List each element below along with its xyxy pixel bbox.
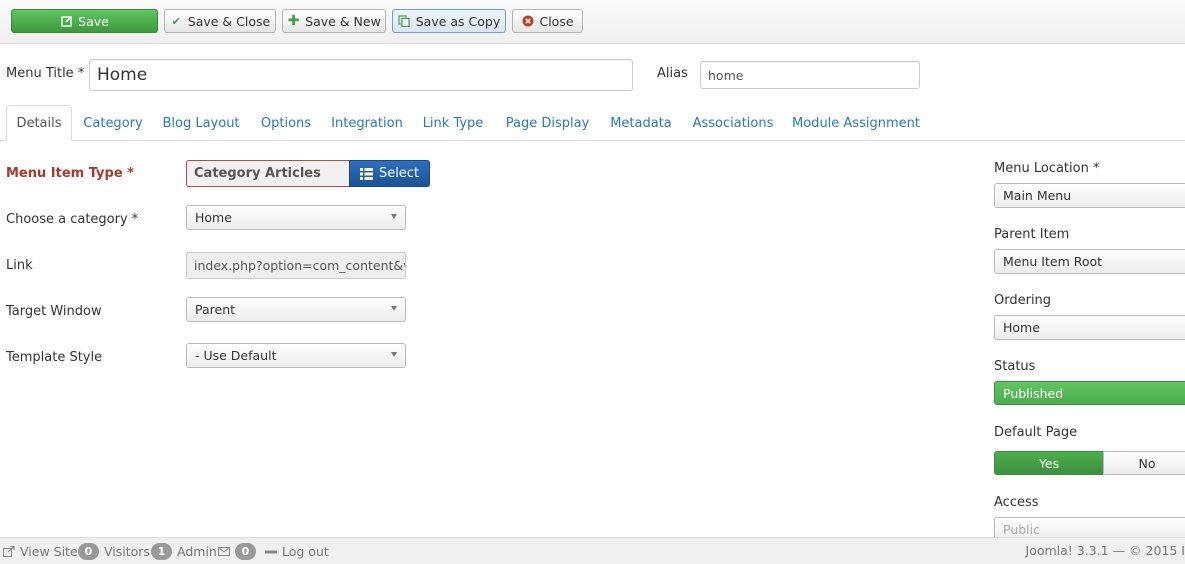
view-site-link[interactable]: View Site <box>2 543 78 560</box>
menu-location-select[interactable]: Main Menu <box>994 183 1185 208</box>
copy-icon <box>398 15 411 28</box>
save-close-label: Save & Close <box>187 13 271 29</box>
tab-options[interactable]: Options <box>256 105 316 141</box>
menu-location-label: Menu Location * <box>994 161 1100 176</box>
save-new-label: Save & New <box>305 13 381 29</box>
category-select-value: Home <box>195 210 232 225</box>
link-field: index.php?option=com_content&view <box>186 252 406 279</box>
chevron-down-icon <box>391 214 397 219</box>
template-style-select[interactable]: - Use Default <box>186 343 406 368</box>
target-window-select[interactable]: Parent <box>186 297 406 322</box>
logout-label: Log out <box>282 544 329 559</box>
chevron-down-icon <box>391 306 397 311</box>
save-label: Save <box>78 13 109 29</box>
minus-icon <box>264 545 277 558</box>
status-select[interactable]: Published <box>994 381 1185 405</box>
save-close-button[interactable]: ✔ Save & Close <box>164 9 276 33</box>
plus-icon: ✚ <box>287 13 300 29</box>
close-circle-icon <box>521 15 534 28</box>
category-label: Choose a category * <box>6 212 139 227</box>
tab-integration[interactable]: Integration <box>328 105 406 141</box>
envelope-icon <box>217 545 230 558</box>
visitors-indicator: 0 Visitors <box>78 543 150 560</box>
alias-label: Alias <box>657 66 688 81</box>
save-button[interactable]: Save <box>11 9 158 33</box>
tab-metadata[interactable]: Metadata <box>606 105 676 141</box>
external-link-icon <box>2 545 15 558</box>
menu-item-type-field: Category Articles <box>186 160 350 187</box>
list-icon <box>359 167 373 180</box>
version-text: Joomla! 3.3.1 — © 2015 I <box>1025 543 1185 558</box>
ordering-select[interactable]: Home <box>994 315 1185 340</box>
save-new-button[interactable]: ✚ Save & New <box>282 9 386 33</box>
visitors-count: 0 <box>78 543 99 560</box>
default-page-no-button[interactable]: No <box>1103 451 1185 475</box>
menu-title-input[interactable]: Home <box>89 59 633 91</box>
tab-module-assignment[interactable]: Module Assignment <box>790 105 922 141</box>
close-button[interactable]: Close <box>512 9 583 33</box>
status-bar: View Site 0 Visitors 1 Admin 0 Log out J… <box>0 537 1185 564</box>
save-copy-button[interactable]: Save as Copy <box>392 9 506 33</box>
tab-category[interactable]: Category <box>80 105 146 141</box>
tab-link-type[interactable]: Link Type <box>417 105 489 141</box>
tab-page-display[interactable]: Page Display <box>501 105 594 141</box>
admin-indicator: 1 Admin <box>151 543 217 560</box>
parent-item-select[interactable]: Menu Item Root <box>994 249 1185 274</box>
select-type-button[interactable]: Select <box>349 160 430 187</box>
status-label: Status <box>994 359 1036 374</box>
template-style-label: Template Style <box>6 350 103 365</box>
target-window-value: Parent <box>195 302 236 317</box>
tab-blog-layout[interactable]: Blog Layout <box>158 105 244 141</box>
save-copy-label: Save as Copy <box>415 13 501 29</box>
check-icon: ✔ <box>171 14 181 28</box>
access-label: Access <box>994 495 1039 510</box>
admin-label: Admin <box>177 544 217 559</box>
tab-details[interactable]: Details <box>6 105 72 141</box>
logout-link[interactable]: Log out <box>264 543 329 560</box>
template-style-value: - Use Default <box>195 348 277 363</box>
category-select[interactable]: Home <box>186 205 406 230</box>
target-window-label: Target Window <box>6 304 102 319</box>
messages-count: 0 <box>235 543 256 560</box>
alias-input[interactable]: home <box>700 61 920 89</box>
edit-icon <box>60 15 73 28</box>
parent-item-label: Parent Item <box>994 227 1070 242</box>
default-page-label: Default Page <box>994 425 1078 440</box>
link-label: Link <box>6 258 33 273</box>
view-site-label: View Site <box>20 544 78 559</box>
chevron-down-icon <box>391 352 397 357</box>
default-page-yes-button[interactable]: Yes <box>994 451 1104 475</box>
select-button-label: Select <box>378 166 420 181</box>
visitors-label: Visitors <box>104 544 150 559</box>
admin-count: 1 <box>151 543 172 560</box>
ordering-label: Ordering <box>994 293 1052 308</box>
menu-title-label: Menu Title * <box>6 66 85 81</box>
tab-associations[interactable]: Associations <box>688 105 778 141</box>
close-label: Close <box>539 13 574 29</box>
messages-indicator[interactable]: 0 <box>217 543 256 560</box>
toolbar: Save ✔ Save & Close ✚ Save & New Save as… <box>0 0 1185 44</box>
menu-item-type-label: Menu Item Type * <box>6 166 134 181</box>
